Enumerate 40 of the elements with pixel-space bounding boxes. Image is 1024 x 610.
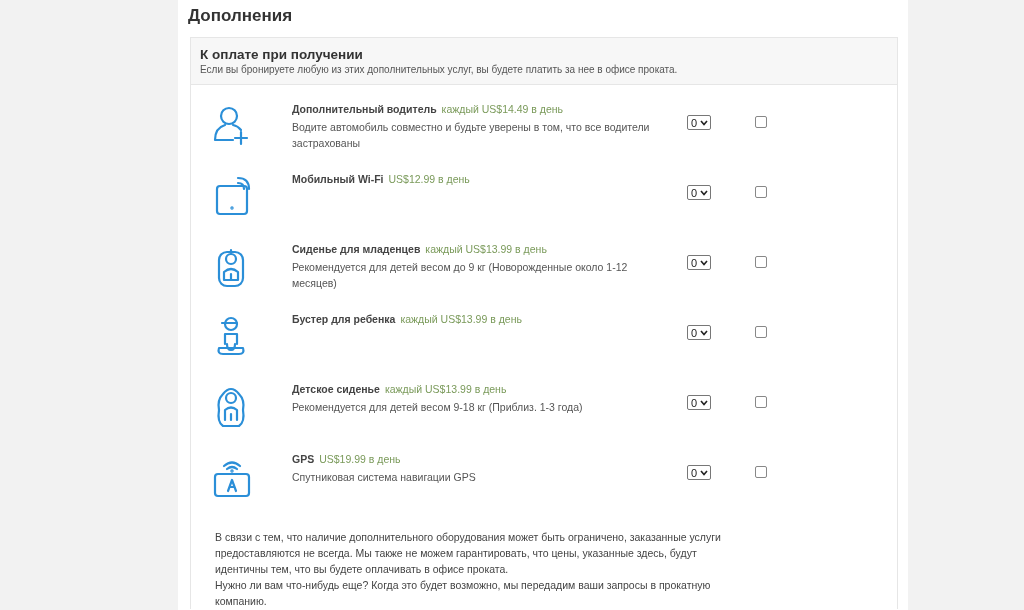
extra-description: Водите автомобиль совместно и будьте уверены в том, что все водители застрахованы (292, 120, 651, 151)
quantity-select[interactable]: 0 (687, 115, 711, 130)
person-plus-icon (211, 104, 251, 148)
notice-text: В связи с тем, что наличие дополнительного оборудования может быть ограничено, заказанные услуги предоставляются не всегда. Мы также не можем гарантировать, что цены, указанные здесь, будут идентичны тем, что вы будете оплачивать в офисе проката. (215, 530, 722, 577)
panel-subtitle: Если вы бронируете любую из этих дополнительных услуг, вы будете платить за нее в офисе проката. (200, 64, 679, 75)
extra-price: каждый US$13.99 в день (425, 243, 547, 255)
extra-checkbox[interactable] (755, 186, 767, 198)
extra-price: US$19.99 в день (319, 453, 401, 465)
extra-price: каждый US$13.99 в день (400, 313, 522, 325)
quantity-select[interactable]: 0 (687, 185, 711, 200)
extra-price: каждый US$13.99 в день (384, 383, 507, 395)
section-title: Дополнения (188, 5, 294, 27)
extra-description: Спутниковая система навигации GPS (292, 470, 477, 485)
extra-description: Рекомендуется для детей весом до 9 кг (Новорожденные около 1-12 месяцев) (292, 260, 629, 291)
quantity-select[interactable]: 0 (687, 465, 711, 480)
extra-name: Сиденье для младенцев (292, 243, 421, 255)
caret-icon (700, 259, 708, 266)
extra-checkbox[interactable] (755, 326, 767, 338)
extra-price: US$12.99 в день (388, 173, 470, 185)
extra-checkbox[interactable] (755, 466, 767, 478)
caret-icon (700, 399, 708, 406)
quantity-select[interactable]: 0 (687, 325, 711, 340)
panel-title: К оплате при получении (200, 47, 364, 62)
notice-text: Нужно ли вам что-нибудь еще? Когда это будет возможно, мы передадим ваши запросы в прокатную компанию. (215, 578, 712, 609)
extra-name: Дополнительный водитель (292, 103, 437, 115)
extra-checkbox[interactable] (755, 256, 767, 268)
extra-checkbox[interactable] (755, 396, 767, 408)
quantity-select[interactable]: 0 (687, 395, 711, 410)
extra-price: каждый US$14.49 в день (441, 103, 564, 115)
extra-name: Бустер для ребенка (292, 313, 396, 325)
caret-icon (700, 119, 708, 126)
extra-name: GPS (292, 453, 315, 465)
extra-description: Рекомендуется для детей весом 9-18 кг (Приблиз. 1-3 года) (292, 400, 584, 415)
extra-checkbox[interactable] (755, 116, 767, 128)
quantity-select[interactable]: 0 (687, 255, 711, 270)
caret-icon (700, 189, 708, 196)
caret-icon (700, 469, 708, 476)
caret-icon (700, 329, 708, 336)
extra-name: Мобильный Wi-Fi (292, 173, 384, 185)
extra-name: Детское сиденье (292, 383, 380, 395)
